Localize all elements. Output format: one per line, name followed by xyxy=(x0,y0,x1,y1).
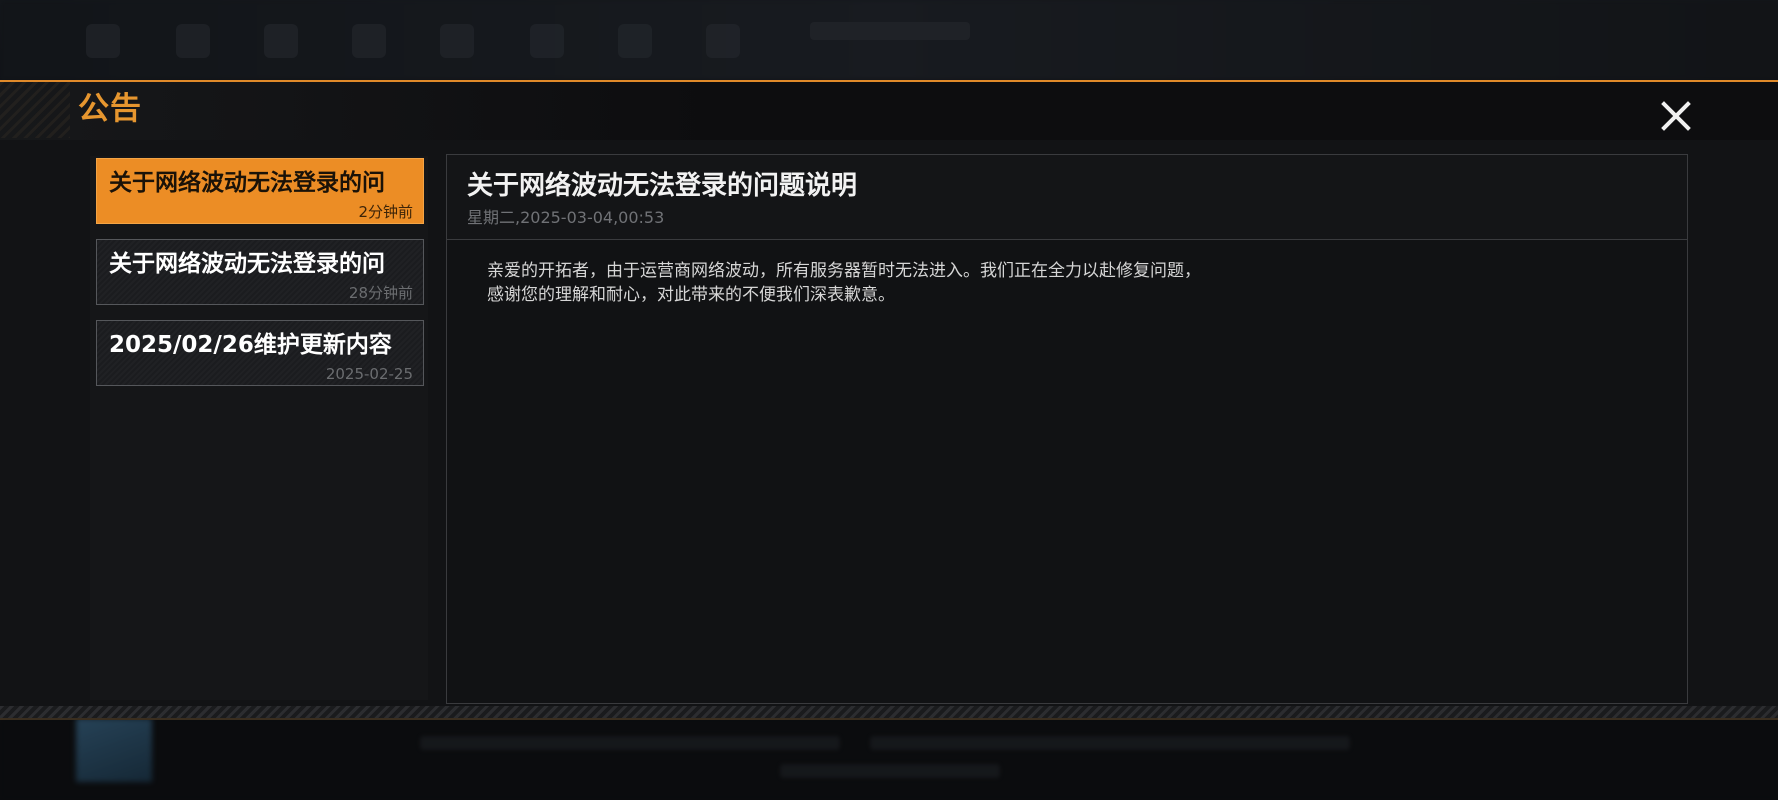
background-menu-icon xyxy=(530,24,564,58)
background-menu-icon xyxy=(618,24,652,58)
background-menu-icon xyxy=(86,24,120,58)
content-body: 亲爱的开拓者，由于运营商网络波动，所有服务器暂时无法进入。我们正在全力以赴修复问… xyxy=(487,259,1367,307)
background-menu-icon xyxy=(352,24,386,58)
announcement-list-item-1[interactable]: 关于网络波动无法登录的问 2分钟前 xyxy=(96,158,424,224)
content-date: 星期二,2025-03-04,00:53 xyxy=(467,208,665,227)
announcement-list-item-3[interactable]: 2025/02/26维护更新内容 2025-02-25 xyxy=(96,320,424,386)
dialog-bottom-border xyxy=(0,718,1778,720)
announcement-time: 2025-02-25 xyxy=(325,365,413,383)
announcement-list-item-2[interactable]: 关于网络波动无法登录的问 28分钟前 xyxy=(96,239,424,305)
announcement-title: 关于网络波动无法登录的问 xyxy=(109,170,385,196)
background-menu-icon xyxy=(440,24,474,58)
background-menu-icon xyxy=(176,24,210,58)
background-blurred-text xyxy=(780,764,1000,778)
close-button[interactable] xyxy=(1656,96,1696,136)
background-menu-icon xyxy=(264,24,298,58)
background-thumbnail xyxy=(76,718,152,782)
header-stripes-decoration xyxy=(0,82,70,138)
announcement-content-panel: 关于网络波动无法登录的问题说明 星期二,2025-03-04,00:53 亲爱的… xyxy=(446,154,1688,704)
announcement-list-panel xyxy=(90,156,428,700)
announcement-title: 关于网络波动无法登录的问 xyxy=(109,251,385,277)
background-bottom-bar xyxy=(0,718,1778,800)
dialog-title: 公告 xyxy=(78,91,142,127)
background-top-bar-text xyxy=(810,22,970,40)
dialog-header xyxy=(0,82,1778,140)
background-blurred-text xyxy=(870,736,1350,750)
background-menu-icon xyxy=(706,24,740,58)
close-x-icon xyxy=(1661,101,1691,131)
background-blurred-text xyxy=(420,736,840,750)
content-title: 关于网络波动无法登录的问题说明 xyxy=(467,171,858,201)
content-body-line: 亲爱的开拓者，由于运营商网络波动，所有服务器暂时无法进入。我们正在全力以赴修复问… xyxy=(487,261,1201,281)
game-screen: 公告 关于网络波动无法登录的问 2分钟前 关于网络波动无法登录的问 28分钟前 … xyxy=(0,0,1778,800)
content-header: 关于网络波动无法登录的问题说明 星期二,2025-03-04,00:53 xyxy=(447,155,1687,240)
announcement-time: 28分钟前 xyxy=(348,284,413,302)
announcement-time: 2分钟前 xyxy=(358,203,413,221)
announcement-title: 2025/02/26维护更新内容 xyxy=(109,332,392,358)
content-body-line: 感谢您的理解和耐心，对此带来的不便我们深表歉意。 xyxy=(487,285,895,305)
